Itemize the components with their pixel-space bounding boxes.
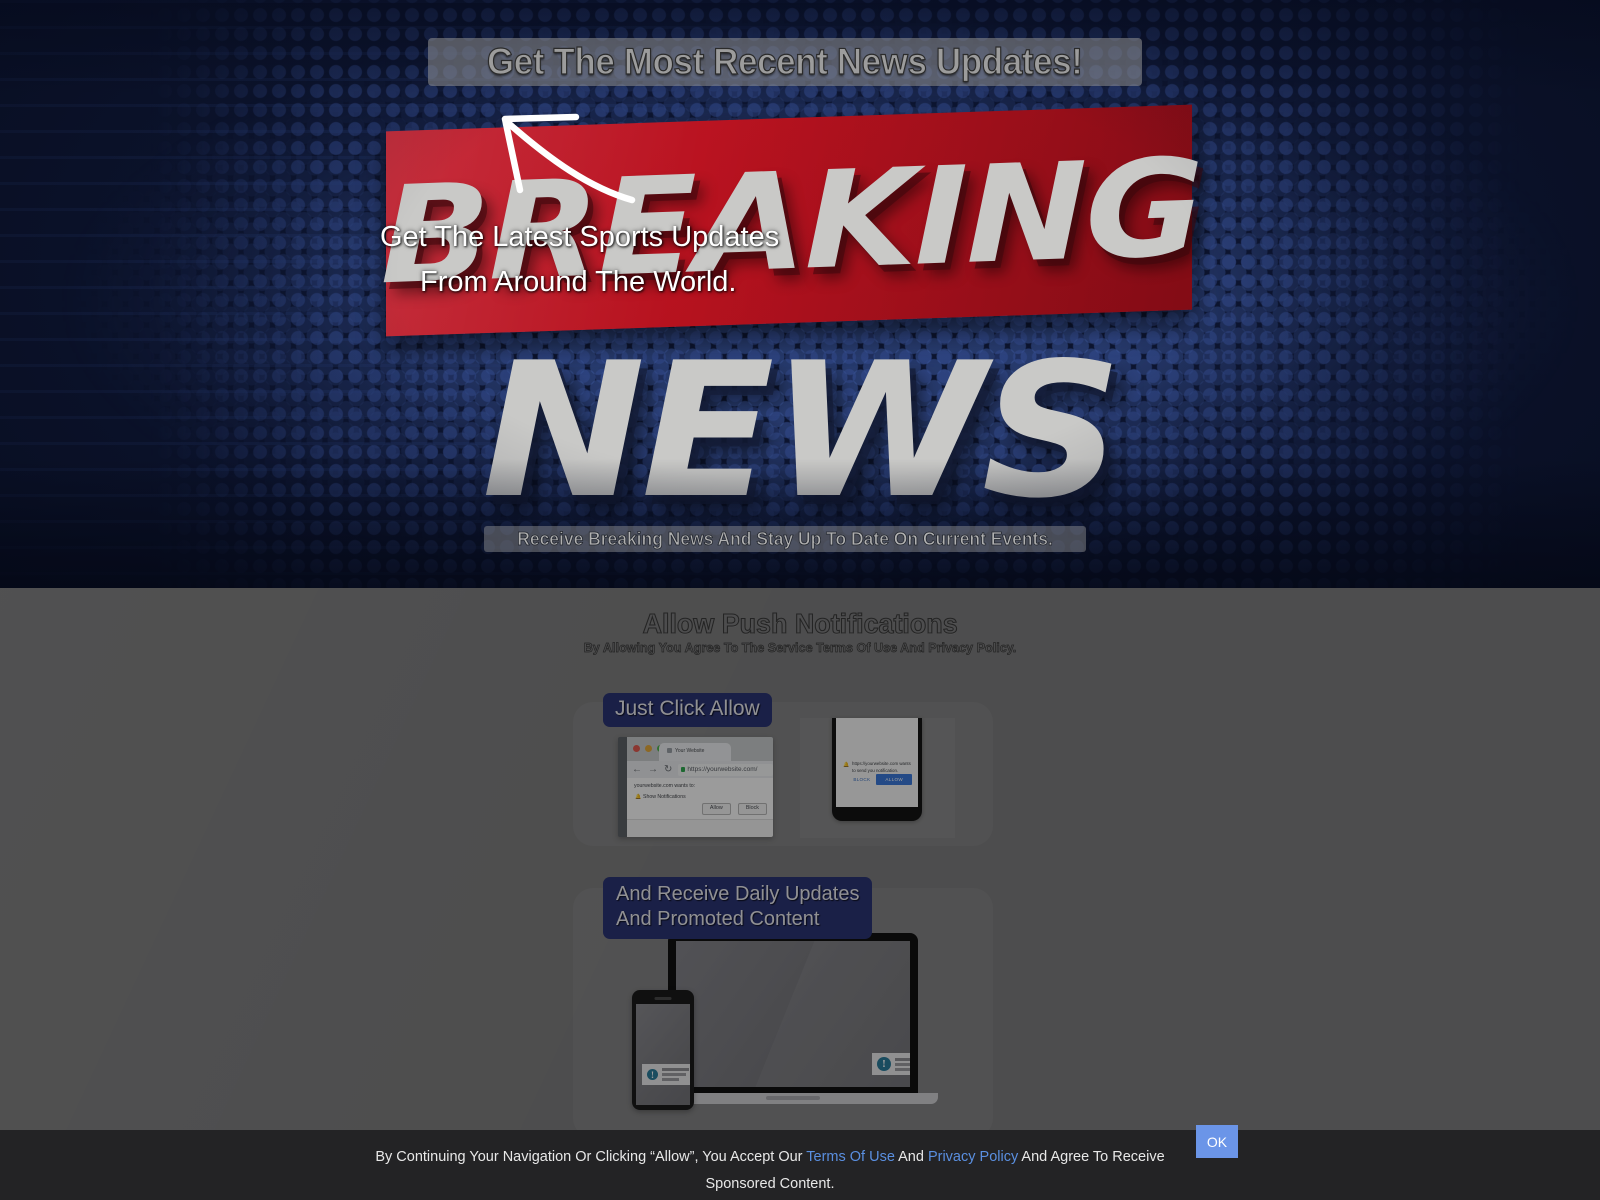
arrow-right-icon: → <box>648 763 658 775</box>
hero-headline-text: Get The Most Recent News Updates! <box>487 40 1084 82</box>
consent-text-part1: By Continuing Your Navigation Or Clickin… <box>375 1149 807 1165</box>
lock-icon <box>681 767 686 772</box>
bell-icon: 🔔 <box>843 762 850 768</box>
badge-receive-line1: And Receive Daily Updates <box>616 883 860 905</box>
phone-screen: 🔔 https://yourwebsite.com wants to send … <box>836 718 918 807</box>
browser-url-field: https://yourwebsite.com/ <box>678 763 773 776</box>
push-title-text: Allow Push Notifications <box>642 607 958 639</box>
push-subtitle: By Allowing You Agree To The Service Ter… <box>0 639 1600 657</box>
badge-just-click-allow-text: Just Click Allow <box>615 697 760 720</box>
prompt-allow-button[interactable]: Allow <box>701 802 731 815</box>
ok-button[interactable]: OK <box>1196 1125 1238 1158</box>
hero-ticker-text: Receive Breaking News And Stay Up To Dat… <box>517 528 1053 549</box>
phone-speaker <box>654 997 672 1000</box>
arrow-left-icon: ← <box>632 763 642 775</box>
browser-urlbar: ← → ↻ https://yourwebsite.com/ <box>627 761 773 778</box>
info-circle-icon: ! <box>647 1069 658 1080</box>
browser-tab-title: Your Website <box>675 748 705 754</box>
browser-page-area: yourwebsite.com wants to: 🔔 Show Notifica… <box>627 778 773 837</box>
phone-block-button[interactable]: BLOCK <box>853 777 870 782</box>
phone2-screen: ! <box>636 1004 690 1105</box>
hero-overlay-line2: From Around The World. <box>420 266 737 298</box>
hero-ticker-bar: Receive Breaking News And Stay Up To Dat… <box>484 526 1086 552</box>
laptop-notification-toast: ! <box>872 1053 910 1075</box>
phone-notification-toast: ! <box>642 1064 690 1085</box>
prompt-buttons: Allow Block <box>701 802 767 815</box>
prompt-origin-text: yourwebsite.com wants to: <box>634 783 696 789</box>
hero-overlay-line1: Get The Latest Sports Updates <box>380 221 780 253</box>
laptop-screen: ! <box>676 941 910 1087</box>
minimize-dot-icon <box>645 745 652 752</box>
laptop-icon: ! <box>668 933 918 1093</box>
phone-mockup-card: 🔔 https://yourwebsite.com wants to send … <box>800 718 955 838</box>
consent-text-part2: And <box>894 1149 928 1165</box>
consent-bar: By Continuing Your Navigation Or Clickin… <box>0 1130 1600 1200</box>
phone-allow-button[interactable]: ALLOW <box>876 774 912 785</box>
smartphone-icon: ! <box>632 990 694 1110</box>
hero-section: BREAKING NEWS Get The Most Recent News U… <box>0 0 1600 588</box>
notification-permission-prompt: yourwebsite.com wants to: 🔔 Show Notifica… <box>627 778 773 820</box>
badge-receive-line2: And Promoted Content <box>616 908 820 930</box>
prompt-permission-text: Show Notifications <box>643 794 686 800</box>
prompt-permission-row: 🔔 Show Notifications <box>634 794 766 800</box>
phone-notification-prompt: 🔔 https://yourwebsite.com wants to send … <box>843 761 912 775</box>
terms-of-use-link[interactable]: Terms Of Use <box>806 1149 895 1165</box>
hero-overlay-text: Get The Latest Sports Updates From Aroun… <box>380 215 1080 305</box>
consent-text: By Continuing Your Navigation Or Clickin… <box>340 1144 1200 1198</box>
prompt-block-button[interactable]: Block <box>737 802 767 815</box>
push-title: Allow Push Notifications <box>0 607 1600 640</box>
phone-prompt-line2: send you notification. <box>856 767 899 773</box>
info-circle-icon: ! <box>877 1057 891 1071</box>
bell-icon: 🔔 <box>635 794 642 800</box>
toast-text-lines <box>895 1057 910 1071</box>
hero-headline-bar: Get The Most Recent News Updates! <box>428 38 1142 86</box>
browser-mockup: Your Website ← → ↻ https://yourwebsite.c… <box>618 737 773 837</box>
push-subtitle-text: By Allowing You Agree To The Service Ter… <box>583 640 1017 656</box>
phone-prompt-buttons: BLOCK ALLOW <box>853 774 912 785</box>
reload-icon: ↻ <box>664 763 673 775</box>
toast-text-lines <box>662 1068 689 1081</box>
browser-tab: Your Website <box>659 743 731 761</box>
favicon-icon <box>667 748 672 754</box>
badge-just-click-allow: Just Click Allow <box>603 693 772 727</box>
close-dot-icon <box>633 745 640 752</box>
badge-receive-daily-updates: And Receive Daily Updates And Promoted C… <box>603 877 873 939</box>
phone-mockup: 🔔 https://yourwebsite.com wants to send … <box>832 718 922 821</box>
privacy-policy-link[interactable]: Privacy Policy <box>928 1149 1018 1165</box>
devices-illustration: ! ! <box>620 928 960 1158</box>
browser-url-text: https://yourwebsite.com/ <box>687 766 758 773</box>
